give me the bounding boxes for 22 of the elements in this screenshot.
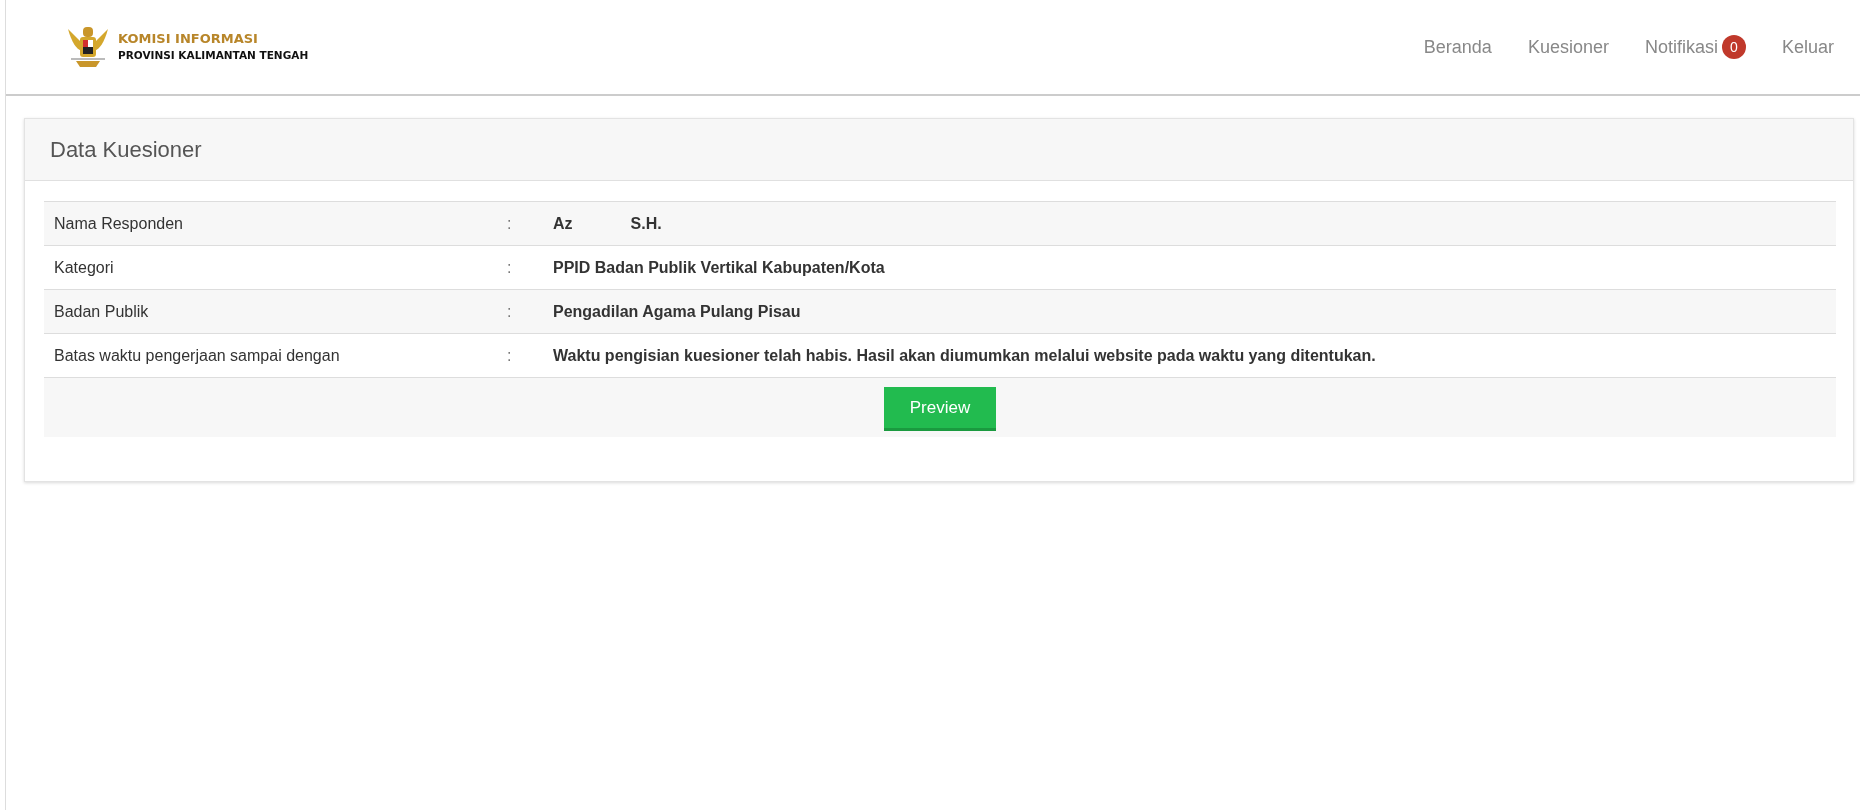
- row-label: Batas waktu pengerjaan sampai dengan: [53, 345, 341, 366]
- row-value: S.H.: [630, 213, 662, 234]
- row-label: Kategori: [53, 257, 115, 278]
- row-value: Az: [553, 213, 573, 234]
- brand-subtitle: PROVINSI KALIMANTAN TENGAH: [118, 47, 309, 63]
- brand-title: KOMISI INFORMASI: [118, 30, 259, 48]
- row-value: Waktu pengisian kuesioner telah habis. Hasil akan diumumkan melalui website pada waktu yang ditentukan.: [553, 345, 1376, 366]
- preview-button[interactable]: Preview: [884, 387, 996, 431]
- separator: :: [507, 301, 513, 322]
- row-value: PPID Badan Publik Vertikal Kabupaten/Kota: [553, 257, 885, 278]
- separator: :: [507, 213, 513, 234]
- separator: :: [507, 257, 513, 278]
- row-label: Badan Publik: [53, 301, 150, 322]
- notification-count: 0: [1721, 35, 1746, 59]
- row-label: Nama Responden: [53, 213, 184, 234]
- card-title: Data Kuesioner: [50, 136, 202, 164]
- separator: :: [507, 345, 513, 366]
- nav-link[interactable]: Keluar: [1763, 33, 1852, 61]
- nav-link[interactable]: Notifikasi: [1626, 33, 1718, 61]
- nav-link[interactable]: Kuesioner: [1509, 33, 1627, 61]
- row-value: Pengadilan Agama Pulang Pisau: [553, 301, 801, 322]
- nav-link[interactable]: Beranda: [1405, 33, 1510, 61]
